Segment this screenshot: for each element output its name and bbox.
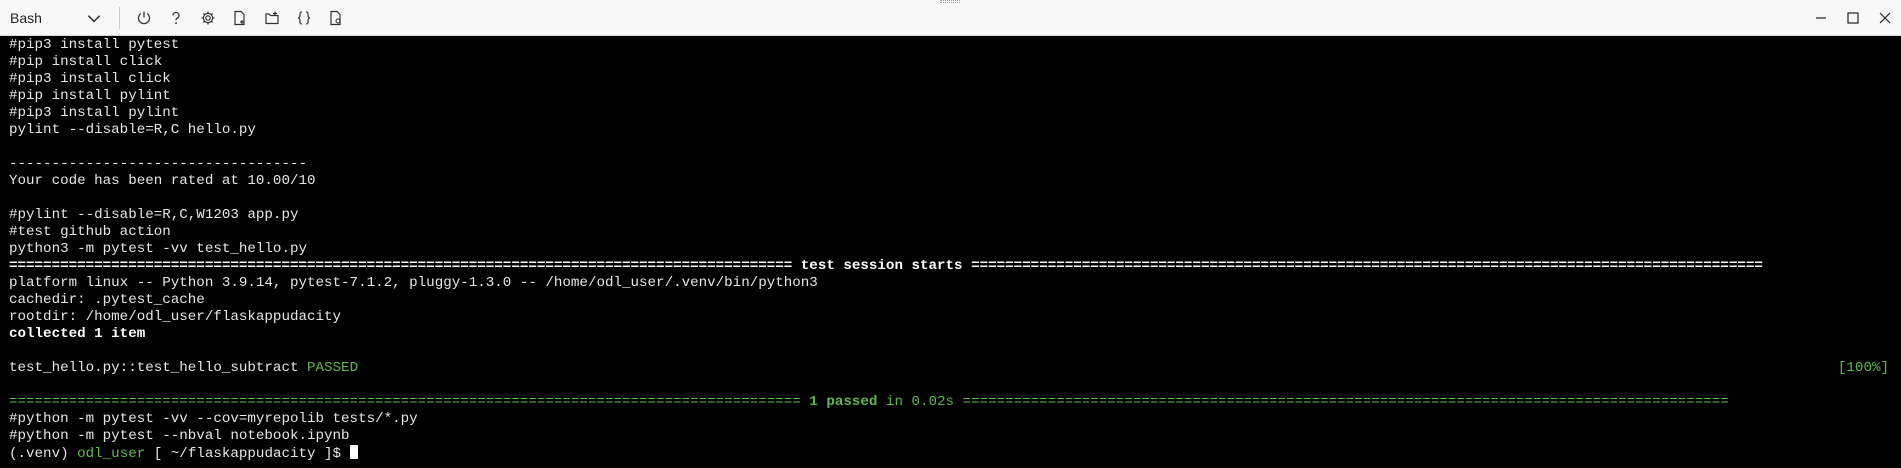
gear-icon [201, 11, 215, 24]
maximize-button[interactable] [1837, 0, 1869, 36]
session-header-text: test session starts [792, 258, 972, 274]
open-new-session-button[interactable] [260, 6, 284, 30]
close-icon [1879, 12, 1891, 24]
shell-type-label: Bash [10, 9, 42, 26]
test-status: PASSED [307, 360, 359, 376]
maximize-icon [1847, 12, 1859, 24]
summary-rule-right: ========================================… [962, 394, 1729, 410]
test-name: test_hello.py::test_hello_subtract [9, 360, 307, 376]
terminal-line: #python -m pytest --nbval notebook.ipynb [9, 428, 350, 444]
prompt-venv: (.venv) [9, 446, 78, 462]
session-header-rule-left: ========================================… [9, 258, 793, 274]
terminal-line: Your code has been rated at 10.00/10 [9, 173, 316, 189]
web-preview-button[interactable] [324, 6, 348, 30]
shell-type-dropdown[interactable]: Bash [10, 5, 105, 31]
shell-prompt[interactable]: (.venv) odl_user [ ~/flaskappudacity ]$ [9, 445, 1901, 462]
chevron-down-icon [87, 14, 101, 22]
shell-toolbar: Bash [0, 0, 1901, 36]
editor-button[interactable] [292, 6, 316, 30]
summary-rule-left: ========================================… [9, 394, 801, 410]
terminal-line: #pip install pylint [9, 88, 171, 104]
summary-line: ========================================… [9, 394, 1901, 411]
upload-download-button[interactable] [228, 6, 252, 30]
close-button[interactable] [1869, 0, 1901, 36]
collected-line: collected 1 item [9, 326, 146, 342]
summary-passed: 1 passed [800, 394, 878, 410]
summary-time: in 0.02s [877, 394, 963, 410]
test-result-line: test_hello.py::test_hello_subtract PASSE… [9, 360, 1901, 377]
terminal-line: #pip3 install pytest [9, 37, 180, 53]
help-button[interactable] [164, 6, 188, 30]
terminal-line: platform linux -- Python 3.9.14, pytest-… [9, 275, 818, 291]
resize-grip[interactable] [940, 0, 960, 3]
terminal-line: cachedir: .pytest_cache [9, 292, 205, 308]
braces-icon [297, 10, 311, 25]
terminal-line: rootdir: /home/odl_user/flaskappudacity [9, 309, 342, 325]
terminal-line: #python -m pytest -vv --cov=myrepolib te… [9, 411, 418, 427]
terminal-line: ----------------------------------- [9, 156, 307, 172]
terminal-line: pylint --disable=R,C hello.py [9, 122, 256, 138]
session-header-line: ========================================… [9, 258, 1901, 275]
terminal-line: python3 -m pytest -vv test_hello.py [9, 241, 307, 257]
window-controls [1805, 0, 1901, 36]
terminal-line: #pip3 install pylint [9, 105, 180, 121]
upload-file-icon [234, 10, 245, 25]
terminal-line: #pip3 install click [9, 71, 171, 87]
minimize-icon [1816, 17, 1826, 19]
prompt-user: odl_user [77, 446, 146, 462]
text-cursor [349, 445, 358, 459]
preview-icon [330, 10, 341, 25]
download-file-icon [265, 11, 279, 24]
terminal-output[interactable]: #pip3 install pytest #pip install click … [0, 36, 1901, 468]
toolbar-divider [119, 6, 120, 29]
session-header-rule-right: ========================================… [971, 258, 1763, 274]
terminal-line: #pylint --disable=R,C,W1203 app.py [9, 207, 299, 223]
settings-button[interactable] [196, 6, 220, 30]
help-icon [172, 11, 180, 24]
terminal-line: #pip install click [9, 54, 163, 70]
terminal-line: #test github action [9, 224, 171, 240]
prompt-path: [ ~/flaskappudacity ]$ [145, 446, 350, 462]
test-percent: [100%] [1837, 360, 1889, 376]
power-icon [137, 11, 151, 24]
restart-button[interactable] [132, 6, 156, 30]
minimize-button[interactable] [1805, 0, 1837, 36]
